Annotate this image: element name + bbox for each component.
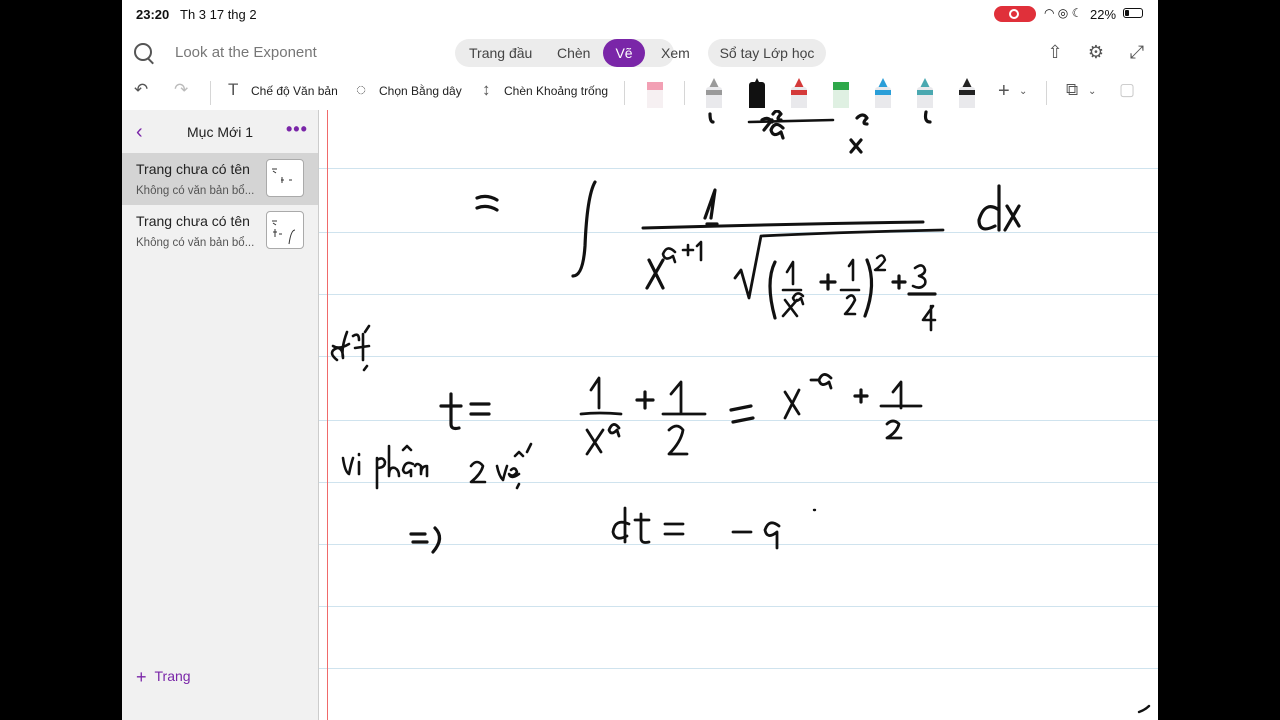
note-canvas[interactable] — [319, 110, 1158, 720]
status-time: 23:20 — [136, 7, 170, 22]
gear-icon[interactable]: ⚙ — [1086, 42, 1106, 62]
pen-red[interactable] — [790, 76, 808, 108]
toolbar-divider — [1046, 81, 1047, 105]
insert-space-icon: ↕ — [482, 80, 491, 99]
text-mode-icon: T — [228, 80, 239, 99]
draw-toolbar: ↶ ↷ T Chế độ Văn bản ◌ Chọn Bằng dây ↕ C… — [122, 76, 1158, 110]
class-notebook-button[interactable]: Sổ tay Lớp học — [708, 39, 826, 67]
ribbon-tabs: Trang đầu Chèn Vẽ Xem — [455, 39, 690, 67]
page-thumbnail — [266, 211, 304, 249]
pen-blue[interactable] — [874, 76, 892, 108]
page-list-item[interactable]: Trang chưa có tên Không có văn bản bổ... — [122, 153, 318, 205]
onenote-window: 23:20 Th 3 17 thg 2 ◠ ◎ ☾ 22% Look at th… — [122, 0, 1158, 720]
toolbar-divider — [210, 81, 211, 105]
share-icon[interactable]: ⇧ — [1045, 42, 1065, 62]
wifi-icon: ◠ ◎ ☾ — [1044, 6, 1083, 20]
tab-draw[interactable]: Vẽ — [603, 39, 645, 67]
page-list-sidebar: ‹ Mục Mới 1 ••• Trang chưa có tên Không … — [122, 110, 318, 720]
text-mode-button[interactable]: Chế độ Văn bản — [251, 84, 338, 98]
add-page-button[interactable]: + Trang — [136, 667, 191, 688]
pen-black[interactable] — [748, 76, 766, 108]
more-options-icon[interactable]: ••• — [286, 119, 308, 140]
screen-record-icon — [994, 6, 1036, 22]
chevron-down-icon[interactable]: ⌄ — [1019, 86, 1027, 97]
insert-space-button[interactable]: Chèn Khoảng trống — [504, 84, 608, 98]
shapes-icon[interactable]: ⧉ — [1066, 80, 1078, 100]
top-bar: Look at the Exponent Trang đầu Chèn Vẽ X… — [122, 30, 1158, 76]
lasso-icon: ◌ — [356, 80, 367, 99]
page-preview: Không có văn bản bổ... — [136, 185, 255, 197]
page-title: Trang chưa có tên — [136, 213, 250, 229]
redo-icon[interactable]: ↷ — [174, 80, 188, 100]
expand-icon[interactable]: ⤢ — [1127, 42, 1147, 62]
pen-green[interactable] — [832, 76, 850, 108]
highlighter-pen[interactable] — [646, 76, 664, 108]
status-bar: 23:20 Th 3 17 thg 2 ◠ ◎ ☾ 22% — [122, 0, 1158, 28]
plus-icon: + — [136, 667, 147, 687]
page-list-item[interactable]: Trang chưa có tên Không có văn bản bổ... — [122, 205, 318, 257]
toolbar-divider — [624, 81, 625, 105]
battery-percent: 22% — [1090, 7, 1117, 22]
page-preview: Không có văn bản bổ... — [136, 237, 255, 249]
tab-insert[interactable]: Chèn — [557, 45, 590, 61]
tab-view[interactable]: Xem — [661, 45, 690, 61]
handwritten-ink — [330, 110, 1151, 714]
toolbar-divider — [684, 81, 685, 105]
battery-icon — [1123, 8, 1143, 18]
lasso-select-button[interactable]: Chọn Bằng dây — [379, 84, 462, 98]
page-title: Trang chưa có tên — [136, 161, 250, 177]
search-input[interactable]: Look at the Exponent — [175, 44, 317, 61]
tab-home[interactable]: Trang đầu — [469, 45, 532, 61]
ink-to-shape-icon[interactable]: ▢ — [1119, 80, 1135, 100]
pen-dark[interactable] — [958, 76, 976, 108]
pen-teal[interactable] — [916, 76, 934, 108]
pen-grey[interactable] — [705, 76, 723, 108]
add-page-label: Trang — [154, 668, 191, 684]
page-thumbnail — [266, 159, 304, 197]
add-pen-icon[interactable]: + — [998, 80, 1010, 103]
undo-icon[interactable]: ↶ — [134, 80, 148, 100]
chevron-down-icon[interactable]: ⌄ — [1088, 86, 1096, 97]
status-date: Th 3 17 thg 2 — [180, 7, 257, 22]
search-icon[interactable] — [134, 43, 152, 61]
